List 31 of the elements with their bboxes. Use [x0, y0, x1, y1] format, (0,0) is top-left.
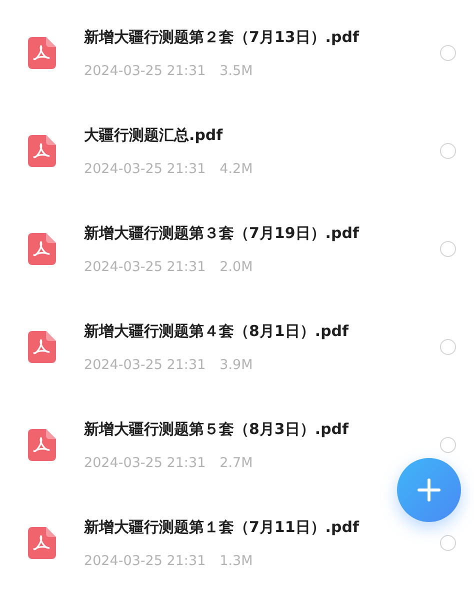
pdf-file-icon: [28, 135, 56, 167]
file-size: 4.2M: [220, 160, 253, 176]
select-radio[interactable]: [440, 339, 456, 355]
select-radio[interactable]: [440, 45, 456, 61]
file-date: 2024-03-25 21:31: [84, 258, 206, 274]
file-size: 1.3M: [220, 552, 253, 568]
pdf-file-icon: [28, 527, 56, 559]
pdf-file-icon: [28, 233, 56, 265]
file-date: 2024-03-25 21:31: [84, 552, 206, 568]
file-size: 3.5M: [220, 62, 253, 78]
file-name: 新增大疆行测题第２套（7月13日）.pdf: [84, 28, 360, 46]
pdf-file-icon: [28, 37, 56, 69]
file-date: 2024-03-25 21:31: [84, 62, 206, 78]
select-radio[interactable]: [440, 143, 456, 159]
file-name: 新增大疆行测题第３套（7月19日）.pdf: [84, 224, 360, 242]
file-name: 新增大疆行测题第１套（7月11日）.pdf: [84, 518, 360, 536]
select-radio[interactable]: [440, 437, 456, 453]
file-name: 新增大疆行测题第４套（8月1日）.pdf: [84, 322, 350, 340]
file-size: 2.7M: [220, 454, 253, 470]
plus-icon: [417, 478, 441, 502]
file-date: 2024-03-25 21:31: [84, 160, 206, 176]
select-radio[interactable]: [440, 535, 456, 551]
pdf-file-icon: [28, 429, 56, 461]
select-radio[interactable]: [440, 241, 456, 257]
pdf-file-icon: [28, 331, 56, 363]
file-date: 2024-03-25 21:31: [84, 356, 206, 372]
file-name: 大疆行测题汇总.pdf: [84, 126, 224, 144]
file-date: 2024-03-25 21:31: [84, 454, 206, 470]
file-size: 3.9M: [220, 356, 253, 372]
file-name: 新增大疆行测题第５套（8月3日）.pdf: [84, 420, 350, 438]
file-size: 2.0M: [220, 258, 253, 274]
